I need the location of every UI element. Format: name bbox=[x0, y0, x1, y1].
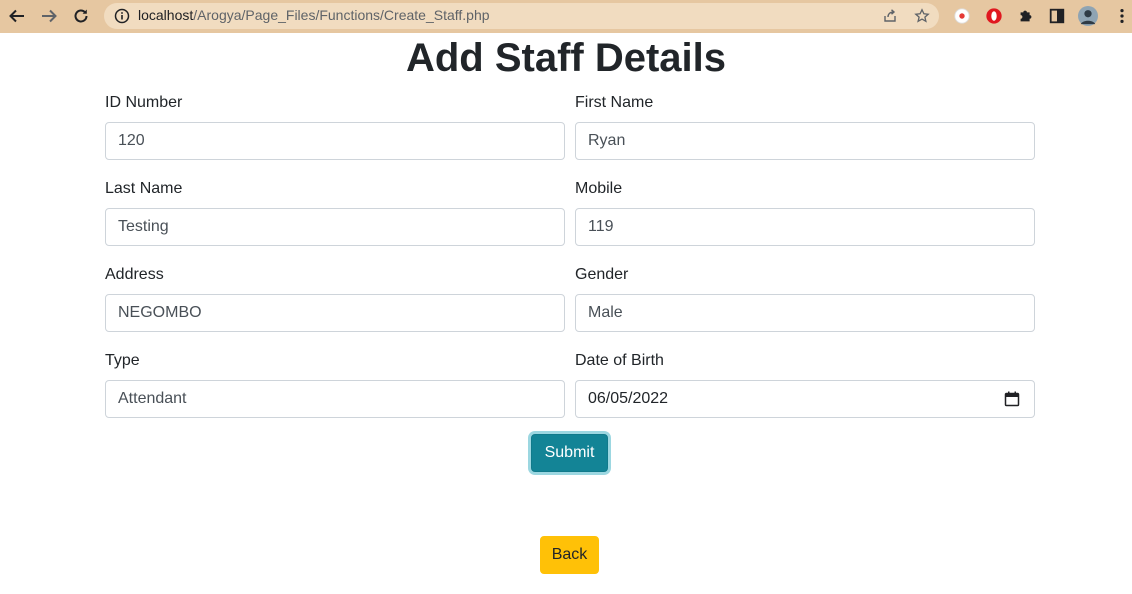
page-title: Add Staff Details bbox=[405, 36, 727, 80]
mobile-input[interactable] bbox=[575, 208, 1035, 246]
browser-toolbar: localhost/Arogya/Page_Files/Functions/Cr… bbox=[0, 0, 1132, 33]
forward-arrow-icon[interactable] bbox=[38, 5, 60, 27]
address-bar[interactable]: localhost/Arogya/Page_Files/Functions/Cr… bbox=[104, 3, 939, 29]
id-number-label: ID Number bbox=[105, 94, 183, 111]
info-icon[interactable] bbox=[114, 8, 130, 24]
first-name-input[interactable] bbox=[575, 122, 1035, 160]
type-label: Type bbox=[105, 352, 140, 369]
id-number-input[interactable] bbox=[105, 122, 565, 160]
url-text: localhost/Arogya/Page_Files/Functions/Cr… bbox=[138, 7, 490, 23]
menu-kebab-icon[interactable] bbox=[1112, 6, 1132, 26]
share-icon[interactable] bbox=[882, 8, 898, 24]
calendar-icon[interactable] bbox=[1004, 391, 1020, 407]
type-input[interactable] bbox=[105, 380, 565, 418]
record-extension-icon[interactable] bbox=[952, 6, 972, 26]
puzzle-icon[interactable] bbox=[1016, 6, 1036, 26]
address-label: Address bbox=[105, 266, 164, 283]
side-panel-icon[interactable] bbox=[1047, 6, 1067, 26]
avatar[interactable] bbox=[1078, 6, 1098, 26]
star-icon[interactable] bbox=[914, 8, 930, 24]
dob-label: Date of Birth bbox=[575, 352, 664, 369]
first-name-label: First Name bbox=[575, 94, 654, 111]
last-name-label: Last Name bbox=[105, 180, 183, 197]
gender-input[interactable] bbox=[575, 294, 1035, 332]
gender-label: Gender bbox=[575, 266, 629, 283]
reload-icon[interactable] bbox=[70, 5, 92, 27]
address-input[interactable] bbox=[105, 294, 565, 332]
submit-button[interactable]: Submit bbox=[531, 434, 608, 472]
back-arrow-icon[interactable] bbox=[6, 5, 28, 27]
opera-extension-icon[interactable] bbox=[984, 6, 1004, 26]
last-name-input[interactable] bbox=[105, 208, 565, 246]
mobile-label: Mobile bbox=[575, 180, 623, 197]
dob-value: 06/05/2022 bbox=[588, 390, 669, 407]
back-button[interactable]: Back bbox=[540, 536, 599, 574]
dob-input[interactable]: 06/05/2022 bbox=[575, 380, 1035, 418]
